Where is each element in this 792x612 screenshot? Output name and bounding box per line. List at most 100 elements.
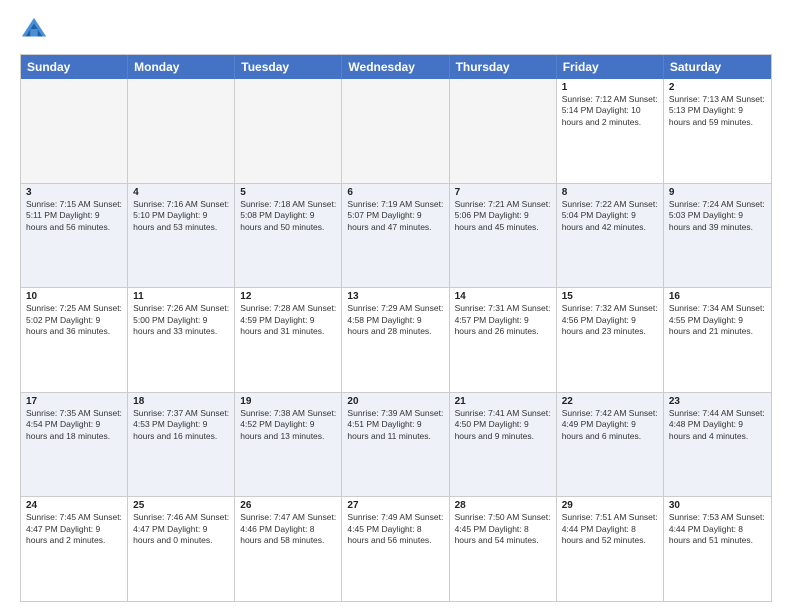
day-info: Sunrise: 7:21 AM Sunset: 5:06 PM Dayligh… [455, 199, 551, 233]
day-number: 21 [455, 396, 551, 407]
calendar-cell-r4c0: 24Sunrise: 7:45 AM Sunset: 4:47 PM Dayli… [21, 497, 128, 601]
header-day-wednesday: Wednesday [342, 55, 449, 79]
calendar-cell-r1c5: 8Sunrise: 7:22 AM Sunset: 5:04 PM Daylig… [557, 184, 664, 288]
day-number: 13 [347, 291, 443, 302]
day-number: 3 [26, 187, 122, 198]
day-info: Sunrise: 7:37 AM Sunset: 4:53 PM Dayligh… [133, 408, 229, 442]
calendar-cell-r0c2 [235, 79, 342, 183]
day-number: 22 [562, 396, 658, 407]
day-info: Sunrise: 7:28 AM Sunset: 4:59 PM Dayligh… [240, 303, 336, 337]
day-number: 25 [133, 500, 229, 511]
calendar-row-1: 3Sunrise: 7:15 AM Sunset: 5:11 PM Daylig… [21, 184, 771, 289]
day-info: Sunrise: 7:44 AM Sunset: 4:48 PM Dayligh… [669, 408, 766, 442]
day-number: 9 [669, 187, 766, 198]
day-number: 8 [562, 187, 658, 198]
calendar-cell-r3c3: 20Sunrise: 7:39 AM Sunset: 4:51 PM Dayli… [342, 393, 449, 497]
day-number: 27 [347, 500, 443, 511]
day-info: Sunrise: 7:15 AM Sunset: 5:11 PM Dayligh… [26, 199, 122, 233]
day-number: 14 [455, 291, 551, 302]
day-number: 18 [133, 396, 229, 407]
day-info: Sunrise: 7:32 AM Sunset: 4:56 PM Dayligh… [562, 303, 658, 337]
calendar-row-4: 24Sunrise: 7:45 AM Sunset: 4:47 PM Dayli… [21, 497, 771, 601]
day-number: 20 [347, 396, 443, 407]
calendar-cell-r4c1: 25Sunrise: 7:46 AM Sunset: 4:47 PM Dayli… [128, 497, 235, 601]
calendar-cell-r1c6: 9Sunrise: 7:24 AM Sunset: 5:03 PM Daylig… [664, 184, 771, 288]
calendar-body: 1Sunrise: 7:12 AM Sunset: 5:14 PM Daylig… [21, 79, 771, 601]
day-info: Sunrise: 7:34 AM Sunset: 4:55 PM Dayligh… [669, 303, 766, 337]
calendar-cell-r0c3 [342, 79, 449, 183]
day-info: Sunrise: 7:13 AM Sunset: 5:13 PM Dayligh… [669, 94, 766, 128]
day-info: Sunrise: 7:18 AM Sunset: 5:08 PM Dayligh… [240, 199, 336, 233]
day-number: 1 [562, 82, 658, 93]
calendar-cell-r1c4: 7Sunrise: 7:21 AM Sunset: 5:06 PM Daylig… [450, 184, 557, 288]
header-day-monday: Monday [128, 55, 235, 79]
header-day-saturday: Saturday [664, 55, 771, 79]
day-info: Sunrise: 7:24 AM Sunset: 5:03 PM Dayligh… [669, 199, 766, 233]
day-info: Sunrise: 7:46 AM Sunset: 4:47 PM Dayligh… [133, 512, 229, 546]
day-info: Sunrise: 7:50 AM Sunset: 4:45 PM Dayligh… [455, 512, 551, 546]
day-number: 28 [455, 500, 551, 511]
day-number: 16 [669, 291, 766, 302]
day-info: Sunrise: 7:31 AM Sunset: 4:57 PM Dayligh… [455, 303, 551, 337]
logo [20, 16, 52, 44]
page: SundayMondayTuesdayWednesdayThursdayFrid… [0, 0, 792, 612]
calendar-cell-r1c0: 3Sunrise: 7:15 AM Sunset: 5:11 PM Daylig… [21, 184, 128, 288]
day-number: 19 [240, 396, 336, 407]
day-number: 10 [26, 291, 122, 302]
calendar-cell-r3c1: 18Sunrise: 7:37 AM Sunset: 4:53 PM Dayli… [128, 393, 235, 497]
calendar: SundayMondayTuesdayWednesdayThursdayFrid… [20, 54, 772, 602]
calendar-cell-r3c4: 21Sunrise: 7:41 AM Sunset: 4:50 PM Dayli… [450, 393, 557, 497]
day-number: 12 [240, 291, 336, 302]
calendar-cell-r2c2: 12Sunrise: 7:28 AM Sunset: 4:59 PM Dayli… [235, 288, 342, 392]
calendar-row-0: 1Sunrise: 7:12 AM Sunset: 5:14 PM Daylig… [21, 79, 771, 184]
calendar-cell-r2c5: 15Sunrise: 7:32 AM Sunset: 4:56 PM Dayli… [557, 288, 664, 392]
day-info: Sunrise: 7:26 AM Sunset: 5:00 PM Dayligh… [133, 303, 229, 337]
calendar-cell-r4c5: 29Sunrise: 7:51 AM Sunset: 4:44 PM Dayli… [557, 497, 664, 601]
day-number: 24 [26, 500, 122, 511]
day-info: Sunrise: 7:29 AM Sunset: 4:58 PM Dayligh… [347, 303, 443, 337]
day-info: Sunrise: 7:39 AM Sunset: 4:51 PM Dayligh… [347, 408, 443, 442]
day-number: 7 [455, 187, 551, 198]
calendar-cell-r2c3: 13Sunrise: 7:29 AM Sunset: 4:58 PM Dayli… [342, 288, 449, 392]
day-number: 23 [669, 396, 766, 407]
calendar-cell-r1c2: 5Sunrise: 7:18 AM Sunset: 5:08 PM Daylig… [235, 184, 342, 288]
calendar-cell-r4c6: 30Sunrise: 7:53 AM Sunset: 4:44 PM Dayli… [664, 497, 771, 601]
calendar-cell-r0c0 [21, 79, 128, 183]
day-info: Sunrise: 7:51 AM Sunset: 4:44 PM Dayligh… [562, 512, 658, 546]
calendar-cell-r2c4: 14Sunrise: 7:31 AM Sunset: 4:57 PM Dayli… [450, 288, 557, 392]
calendar-cell-r4c2: 26Sunrise: 7:47 AM Sunset: 4:46 PM Dayli… [235, 497, 342, 601]
calendar-cell-r1c1: 4Sunrise: 7:16 AM Sunset: 5:10 PM Daylig… [128, 184, 235, 288]
header-day-tuesday: Tuesday [235, 55, 342, 79]
day-number: 4 [133, 187, 229, 198]
day-number: 26 [240, 500, 336, 511]
calendar-cell-r4c4: 28Sunrise: 7:50 AM Sunset: 4:45 PM Dayli… [450, 497, 557, 601]
day-number: 6 [347, 187, 443, 198]
calendar-cell-r2c1: 11Sunrise: 7:26 AM Sunset: 5:00 PM Dayli… [128, 288, 235, 392]
day-number: 29 [562, 500, 658, 511]
day-number: 11 [133, 291, 229, 302]
calendar-cell-r0c6: 2Sunrise: 7:13 AM Sunset: 5:13 PM Daylig… [664, 79, 771, 183]
day-info: Sunrise: 7:12 AM Sunset: 5:14 PM Dayligh… [562, 94, 658, 128]
day-info: Sunrise: 7:42 AM Sunset: 4:49 PM Dayligh… [562, 408, 658, 442]
calendar-cell-r3c5: 22Sunrise: 7:42 AM Sunset: 4:49 PM Dayli… [557, 393, 664, 497]
day-number: 5 [240, 187, 336, 198]
day-info: Sunrise: 7:45 AM Sunset: 4:47 PM Dayligh… [26, 512, 122, 546]
calendar-cell-r1c3: 6Sunrise: 7:19 AM Sunset: 5:07 PM Daylig… [342, 184, 449, 288]
logo-icon [20, 16, 48, 44]
day-info: Sunrise: 7:41 AM Sunset: 4:50 PM Dayligh… [455, 408, 551, 442]
day-info: Sunrise: 7:35 AM Sunset: 4:54 PM Dayligh… [26, 408, 122, 442]
calendar-header: SundayMondayTuesdayWednesdayThursdayFrid… [21, 55, 771, 79]
calendar-cell-r0c1 [128, 79, 235, 183]
header-day-thursday: Thursday [450, 55, 557, 79]
calendar-cell-r0c5: 1Sunrise: 7:12 AM Sunset: 5:14 PM Daylig… [557, 79, 664, 183]
header-day-friday: Friday [557, 55, 664, 79]
day-number: 17 [26, 396, 122, 407]
header-day-sunday: Sunday [21, 55, 128, 79]
calendar-cell-r3c2: 19Sunrise: 7:38 AM Sunset: 4:52 PM Dayli… [235, 393, 342, 497]
calendar-cell-r2c0: 10Sunrise: 7:25 AM Sunset: 5:02 PM Dayli… [21, 288, 128, 392]
calendar-row-2: 10Sunrise: 7:25 AM Sunset: 5:02 PM Dayli… [21, 288, 771, 393]
day-number: 15 [562, 291, 658, 302]
header [20, 16, 772, 44]
calendar-cell-r0c4 [450, 79, 557, 183]
calendar-cell-r3c0: 17Sunrise: 7:35 AM Sunset: 4:54 PM Dayli… [21, 393, 128, 497]
